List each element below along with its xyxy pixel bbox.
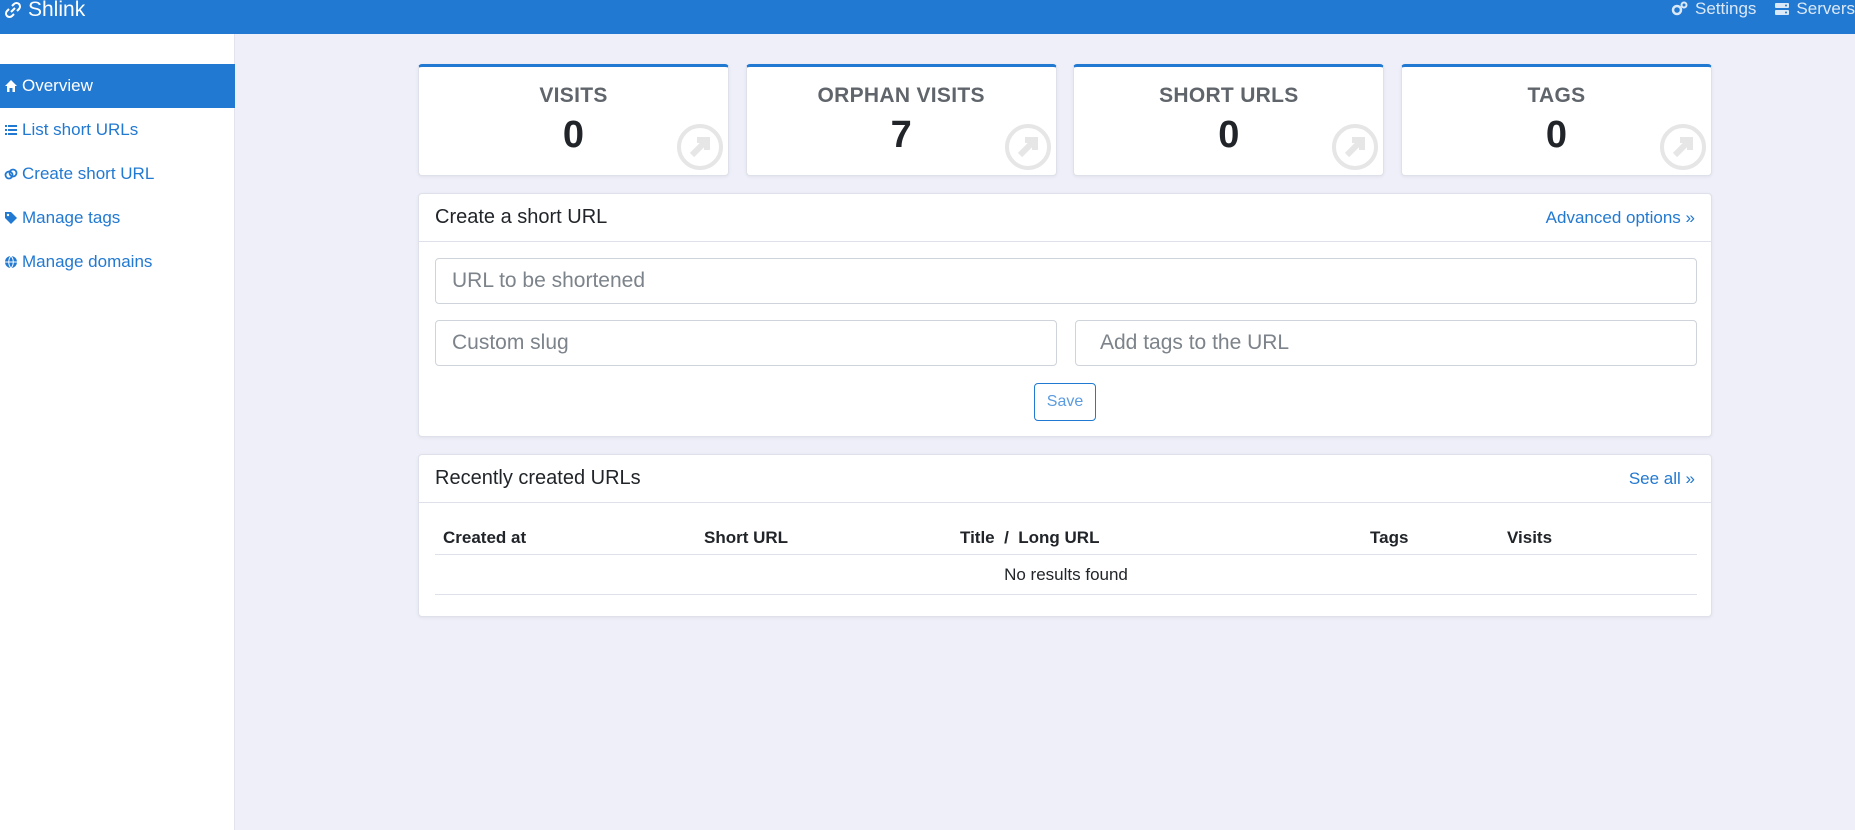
column-header-short-url[interactable]: Short URL <box>704 528 788 548</box>
home-icon <box>0 79 22 93</box>
sidebar-nav: Overview List short URLs Create short UR… <box>0 64 235 284</box>
custom-slug-input[interactable] <box>435 320 1057 366</box>
settings-label: Settings <box>1694 0 1757 18</box>
top-navbar: Shlink Settings Servers <box>0 0 1855 34</box>
arrow-circle-icon <box>677 124 723 170</box>
stats-cards: VISITS 0 ORPHAN VISITS 7 SHORT URLS 0 TA… <box>418 64 1712 176</box>
top-nav-right: Settings Servers <box>1653 0 1855 18</box>
server-icon <box>1774 1 1790 17</box>
brand-link[interactable]: Shlink <box>2 0 86 21</box>
panel-header: Recently created URLs See all » <box>419 455 1711 503</box>
orphan-visits-card[interactable]: ORPHAN VISITS 7 <box>745 64 1057 176</box>
column-header-created-at[interactable]: Created at <box>443 528 526 548</box>
link-icon <box>0 167 22 181</box>
arrow-circle-icon <box>1004 124 1051 170</box>
sidebar-item-label: Manage domains <box>22 252 153 271</box>
sidebar: Overview List short URLs Create short UR… <box>0 34 235 830</box>
see-all-link[interactable]: See all » <box>1629 469 1695 489</box>
sidebar-item-label: Manage tags <box>22 208 121 227</box>
arrow-circle-icon <box>1659 124 1706 170</box>
tags-icon <box>0 211 22 225</box>
globe-icon <box>0 255 22 269</box>
table-header: Created at Short URL Title / Long URL Ta… <box>435 515 1697 555</box>
gears-icon <box>1671 1 1689 17</box>
card-title: SHORT URLS <box>1159 84 1299 107</box>
create-short-url-panel: Create a short URL Advanced options » Sa… <box>418 193 1712 437</box>
card-title: VISITS <box>539 84 608 107</box>
column-header-tags: Tags <box>1370 528 1409 547</box>
tags-input[interactable] <box>1075 320 1697 366</box>
empty-table-row: No results found <box>435 555 1697 595</box>
no-results-text: No results found <box>1004 564 1128 584</box>
link-icon <box>2 0 24 20</box>
save-button[interactable]: Save <box>1034 383 1096 421</box>
advanced-options-link[interactable]: Advanced options » <box>1546 208 1695 228</box>
sidebar-item-create-short-url[interactable]: Create short URL <box>0 152 235 196</box>
sidebar-item-overview[interactable]: Overview <box>0 64 235 108</box>
card-title: ORPHAN VISITS <box>817 84 985 107</box>
sidebar-item-label: Overview <box>22 76 93 95</box>
recent-urls-panel: Recently created URLs See all » Created … <box>418 454 1712 617</box>
sidebar-item-label: List short URLs <box>22 120 139 139</box>
card-title: TAGS <box>1527 84 1586 107</box>
sidebar-item-list-short-urls[interactable]: List short URLs <box>0 108 235 152</box>
visits-card[interactable]: VISITS 0 <box>418 64 729 176</box>
short-urls-card[interactable]: SHORT URLS 0 <box>1073 64 1385 176</box>
sidebar-item-manage-domains[interactable]: Manage domains <box>0 240 235 284</box>
panel-title: Recently created URLs <box>435 467 641 489</box>
settings-link[interactable]: Settings <box>1671 0 1756 19</box>
list-icon <box>0 123 22 137</box>
brand-name: Shlink <box>28 0 86 21</box>
servers-dropdown[interactable]: Servers <box>1774 0 1855 19</box>
sidebar-item-label: Create short URL <box>22 164 155 183</box>
panel-title: Create a short URL <box>435 206 608 228</box>
long-url-input[interactable] <box>435 258 1697 304</box>
column-header-title-long-url[interactable]: Title / Long URL <box>960 528 1099 548</box>
column-header-visits[interactable]: Visits <box>1507 528 1552 548</box>
panel-header: Create a short URL Advanced options » <box>419 194 1711 242</box>
tags-card[interactable]: TAGS 0 <box>1400 64 1712 176</box>
arrow-circle-icon <box>1332 124 1379 170</box>
sidebar-item-manage-tags[interactable]: Manage tags <box>0 196 235 240</box>
recent-urls-table: Created at Short URL Title / Long URL Ta… <box>435 515 1697 595</box>
servers-label: Servers <box>1796 0 1855 18</box>
